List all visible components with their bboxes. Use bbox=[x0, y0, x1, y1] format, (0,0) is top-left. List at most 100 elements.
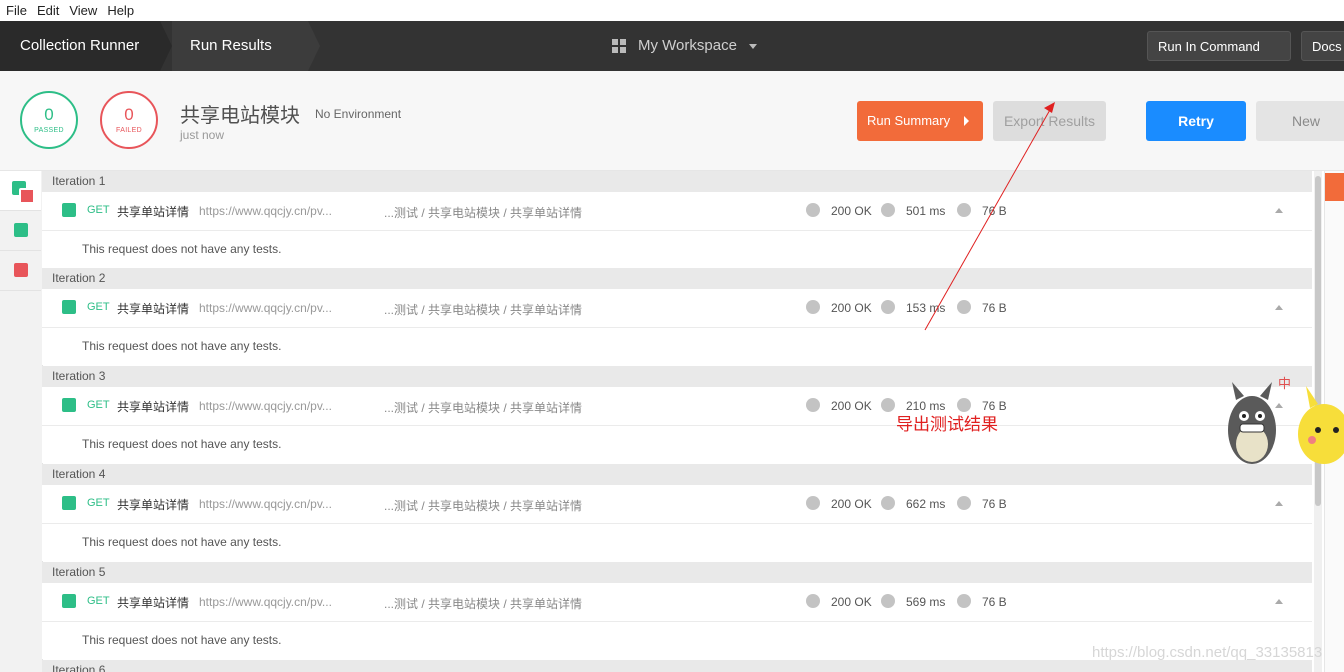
breadcrumb-collection-runner[interactable]: Collection Runner bbox=[0, 21, 160, 71]
environment-label: No Environment bbox=[315, 107, 402, 121]
caret-right-icon bbox=[964, 116, 969, 126]
grid-icon bbox=[612, 39, 627, 54]
cartoon-sticker-icon: 中 bbox=[1228, 377, 1344, 464]
menu-view[interactable]: View bbox=[63, 0, 101, 18]
request-method: GET bbox=[87, 399, 110, 411]
response-status: 200 OK bbox=[831, 497, 872, 511]
pass-square-icon bbox=[14, 223, 28, 237]
size-icon bbox=[957, 594, 971, 608]
workspace-label: My Workspace bbox=[638, 37, 737, 54]
status-icon bbox=[806, 203, 820, 217]
collapse-icon[interactable] bbox=[1275, 305, 1283, 310]
breadcrumb-arrow bbox=[308, 21, 320, 71]
breadcrumb-run-results[interactable]: Run Results bbox=[172, 21, 308, 71]
retry-button[interactable]: Retry bbox=[1146, 101, 1246, 141]
run-time: just now bbox=[180, 128, 225, 142]
passed-count: 0 bbox=[44, 105, 54, 124]
clock-icon bbox=[881, 300, 895, 314]
request-path: ...测试 / 共享电站模块 / 共享单站详情 bbox=[384, 401, 583, 415]
iteration-header: Iteration 2 bbox=[42, 268, 1312, 289]
collapse-icon[interactable] bbox=[1275, 208, 1283, 213]
sticker-char: 中 bbox=[1278, 377, 1291, 392]
request-path: ...测试 / 共享电站模块 / 共享单站详情 bbox=[384, 597, 583, 611]
collection-name: 共享电站模块 bbox=[180, 105, 300, 127]
response-status: 200 OK bbox=[831, 399, 872, 413]
response-size: 76 B bbox=[982, 497, 1007, 511]
filter-failed[interactable] bbox=[0, 251, 41, 291]
size-icon bbox=[957, 496, 971, 510]
workspace-switcher[interactable]: My Workspace bbox=[612, 21, 758, 71]
clock-icon bbox=[881, 594, 895, 608]
run-summary-bar: 0 PASSED 0 FAILED 共享电站模块 No Environment … bbox=[0, 71, 1344, 171]
iteration-header: Iteration 4 bbox=[42, 464, 1312, 485]
results-list: Iteration 1 GET 共享单站详情 https://www.qqcjy… bbox=[42, 171, 1312, 672]
filter-passed[interactable] bbox=[0, 211, 41, 251]
response-time: 662 ms bbox=[906, 497, 946, 511]
pass-status-icon bbox=[62, 203, 76, 217]
collapse-icon[interactable] bbox=[1275, 501, 1283, 506]
pass-status-icon bbox=[62, 594, 76, 608]
right-panel-tab[interactable] bbox=[1325, 173, 1344, 201]
chevron-down-icon bbox=[749, 43, 758, 49]
new-button[interactable]: New bbox=[1256, 101, 1344, 141]
watermark: https://blog.csdn.net/qq_33135813 bbox=[1092, 644, 1323, 661]
status-icon bbox=[806, 398, 820, 412]
response-status: 200 OK bbox=[831, 204, 872, 218]
iteration-header: Iteration 6 bbox=[42, 660, 1312, 672]
request-row[interactable]: GET 共享单站详情 https://www.qqcjy.cn/pv... ..… bbox=[42, 289, 1312, 328]
iteration-header: Iteration 5 bbox=[42, 562, 1312, 583]
run-summary-label: Run Summary bbox=[867, 113, 951, 128]
fail-square-icon bbox=[19, 188, 35, 204]
collapse-icon[interactable] bbox=[1275, 599, 1283, 604]
request-path: ...测试 / 共享电站模块 / 共享单站详情 bbox=[384, 303, 583, 317]
run-summary-button[interactable]: Run Summary bbox=[857, 101, 983, 141]
test-message: This request does not have any tests. bbox=[42, 231, 1312, 268]
result-filter-sidebar bbox=[0, 171, 43, 672]
fail-square-icon bbox=[14, 263, 28, 277]
request-row[interactable]: GET 共享单站详情 https://www.qqcjy.cn/pv... ..… bbox=[42, 485, 1312, 524]
request-url: https://www.qqcjy.cn/pv... bbox=[199, 204, 332, 218]
request-method: GET bbox=[87, 301, 110, 313]
request-name: 共享单站详情 bbox=[117, 596, 190, 610]
request-row[interactable]: GET 共享单站详情 https://www.qqcjy.cn/pv... ..… bbox=[42, 192, 1312, 231]
request-url: https://www.qqcjy.cn/pv... bbox=[199, 301, 332, 315]
export-results-button[interactable]: Export Results bbox=[993, 101, 1106, 141]
request-name: 共享单站详情 bbox=[117, 302, 190, 316]
docs-button[interactable]: Docs bbox=[1301, 31, 1344, 61]
clock-icon bbox=[881, 203, 895, 217]
failed-count: 0 bbox=[124, 105, 134, 124]
menu-edit[interactable]: Edit bbox=[31, 0, 63, 18]
test-message: This request does not have any tests. bbox=[42, 328, 1312, 365]
response-size: 76 B bbox=[982, 301, 1007, 315]
menu-help[interactable]: Help bbox=[101, 0, 138, 18]
size-icon bbox=[957, 203, 971, 217]
response-time: 501 ms bbox=[906, 204, 946, 218]
iteration-header: Iteration 3 bbox=[42, 366, 1312, 387]
request-url: https://www.qqcjy.cn/pv... bbox=[199, 595, 332, 609]
response-time: 153 ms bbox=[906, 301, 946, 315]
status-icon bbox=[806, 594, 820, 608]
pass-status-icon bbox=[62, 398, 76, 412]
request-method: GET bbox=[87, 595, 110, 607]
menu-bar: File Edit View Help bbox=[0, 0, 1344, 22]
status-icon bbox=[806, 496, 820, 510]
run-in-command-line-button[interactable]: Run In Command Line bbox=[1147, 31, 1291, 84]
passed-label: PASSED bbox=[34, 127, 64, 134]
menu-file[interactable]: File bbox=[0, 0, 31, 18]
failed-counter: 0 FAILED bbox=[100, 91, 158, 149]
pass-status-icon bbox=[62, 300, 76, 314]
response-size: 76 B bbox=[982, 595, 1007, 609]
clock-icon bbox=[881, 398, 895, 412]
request-row[interactable]: GET 共享单站详情 https://www.qqcjy.cn/pv... ..… bbox=[42, 583, 1312, 622]
request-method: GET bbox=[87, 204, 110, 216]
request-url: https://www.qqcjy.cn/pv... bbox=[199, 399, 332, 413]
response-status: 200 OK bbox=[831, 595, 872, 609]
request-name: 共享单站详情 bbox=[117, 205, 190, 219]
response-status: 200 OK bbox=[831, 301, 872, 315]
status-icon bbox=[806, 300, 820, 314]
request-url: https://www.qqcjy.cn/pv... bbox=[199, 497, 332, 511]
request-row[interactable]: GET 共享单站详情 https://www.qqcjy.cn/pv... ..… bbox=[42, 387, 1312, 426]
filter-all[interactable] bbox=[0, 171, 41, 211]
annotation-label: 导出测试结果 bbox=[896, 415, 998, 435]
size-icon bbox=[957, 300, 971, 314]
